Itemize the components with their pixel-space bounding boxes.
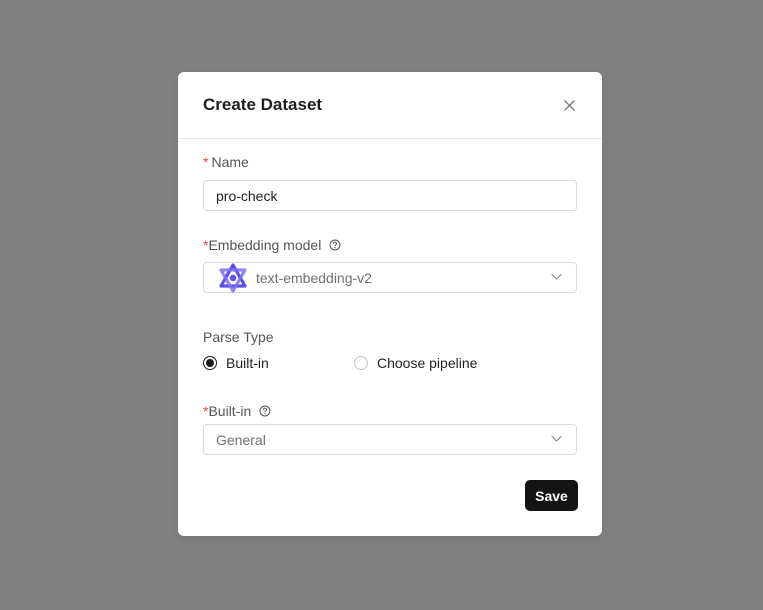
help-circle-icon[interactable] [329, 239, 341, 251]
embedding-model-select[interactable]: text-embedding-v2 [203, 262, 577, 293]
required-mark: * [203, 154, 209, 170]
name-label: * Name [203, 154, 249, 170]
create-dataset-dialog: Create Dataset * Name * Embedding model [178, 72, 602, 536]
dialog-title: Create Dataset [203, 95, 323, 114]
chevron-down-icon [551, 435, 562, 442]
embedding-model-label: * Embedding model [203, 237, 341, 253]
radio-button-checked[interactable] [203, 356, 217, 370]
built-in-label: * Built-in [203, 403, 271, 419]
name-input[interactable] [204, 187, 576, 204]
built-in-value: General [216, 431, 266, 448]
parse-type-label: Parse Type [203, 329, 274, 345]
qwen-logo-icon [218, 262, 248, 293]
radio-choose-pipeline[interactable]: Choose pipeline [354, 355, 477, 371]
radio-label-choose-pipeline: Choose pipeline [377, 355, 478, 371]
name-field[interactable] [203, 180, 577, 211]
save-button[interactable]: Save [525, 480, 578, 511]
built-in-label-text: Built-in [208, 403, 252, 419]
embedding-model-label-text: Embedding model [208, 237, 322, 253]
name-label-text: Name [211, 154, 249, 170]
help-circle-icon[interactable] [259, 405, 271, 417]
chevron-down-icon [551, 273, 562, 280]
close-icon [563, 99, 575, 111]
embedding-model-value: text-embedding-v2 [256, 269, 372, 286]
close-button[interactable] [561, 97, 577, 113]
dialog-header: Create Dataset [178, 72, 602, 139]
built-in-select[interactable]: General [203, 424, 577, 455]
radio-button-unchecked[interactable] [354, 356, 368, 370]
radio-label-built-in: Built-in [226, 355, 269, 371]
radio-built-in[interactable]: Built-in [203, 355, 269, 371]
